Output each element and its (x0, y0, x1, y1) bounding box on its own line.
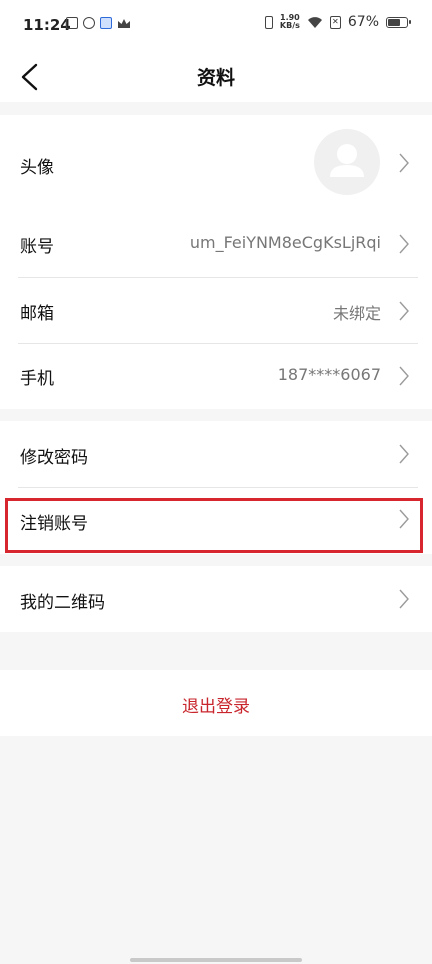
row-label: 手机 (20, 369, 54, 389)
chevron-right-icon (399, 301, 409, 321)
chevron-right-icon (399, 153, 409, 173)
vibrate-icon (264, 15, 273, 29)
phone-row[interactable]: 手机 187****6067 (0, 344, 432, 409)
status-bar: 11:24 1.90 KB/s ✕ 67% (0, 0, 432, 50)
profile-group: 头像 账号 um_FeiYNM8eCgKsLjRqi 邮箱 未绑定 手机 187… (0, 115, 432, 409)
net-speed: 1.90 KB/s (280, 14, 300, 30)
row-label: 修改密码 (20, 448, 88, 468)
account-row[interactable]: 账号 um_FeiYNM8eCgKsLjRqi (0, 211, 432, 277)
avatar-row[interactable]: 头像 (0, 115, 432, 211)
phone-value: 187****6067 (277, 365, 381, 384)
logout-label: 退出登录 (182, 697, 250, 717)
delete-account-row[interactable]: 注销账号 (0, 488, 432, 554)
account-value: um_FeiYNM8eCgKsLjRqi (189, 233, 381, 252)
navigation-bar: 资料 (0, 50, 432, 102)
notification-calendar-icon (100, 17, 112, 29)
chevron-right-icon (399, 366, 409, 386)
row-label: 头像 (20, 158, 54, 178)
notification-app-icon (66, 17, 78, 29)
my-qr-code-row[interactable]: 我的二维码 (0, 566, 432, 632)
status-right: 1.90 KB/s ✕ 67% (264, 14, 411, 30)
page-title: 资料 (196, 67, 235, 89)
home-indicator[interactable] (130, 958, 302, 962)
chevron-right-icon (399, 589, 409, 609)
notification-icons (66, 17, 131, 29)
user-placeholder-icon (330, 144, 364, 177)
battery-percent: 67% (347, 14, 379, 30)
wifi-icon (307, 16, 322, 28)
email-value: 未绑定 (332, 304, 381, 323)
security-group: 修改密码 注销账号 (0, 421, 432, 554)
battery-icon (386, 16, 411, 28)
crown-icon (118, 19, 130, 28)
chevron-right-icon (399, 234, 409, 254)
avatar[interactable] (314, 129, 380, 195)
email-row[interactable]: 邮箱 未绑定 (0, 278, 432, 344)
row-label: 账号 (20, 237, 54, 257)
chevron-right-icon (399, 444, 409, 464)
chevron-right-icon (399, 509, 409, 529)
qr-group: 我的二维码 (0, 566, 432, 632)
row-label: 邮箱 (20, 304, 54, 324)
status-time: 11:24 (23, 16, 71, 34)
net-speed-unit: KB/s (279, 21, 300, 30)
notification-sync-icon (83, 17, 95, 29)
row-label: 注销账号 (20, 514, 88, 534)
row-label: 我的二维码 (20, 593, 105, 613)
change-password-row[interactable]: 修改密码 (0, 421, 432, 487)
sim-disabled-icon: ✕ (329, 15, 341, 29)
logout-button[interactable]: 退出登录 (0, 670, 432, 736)
